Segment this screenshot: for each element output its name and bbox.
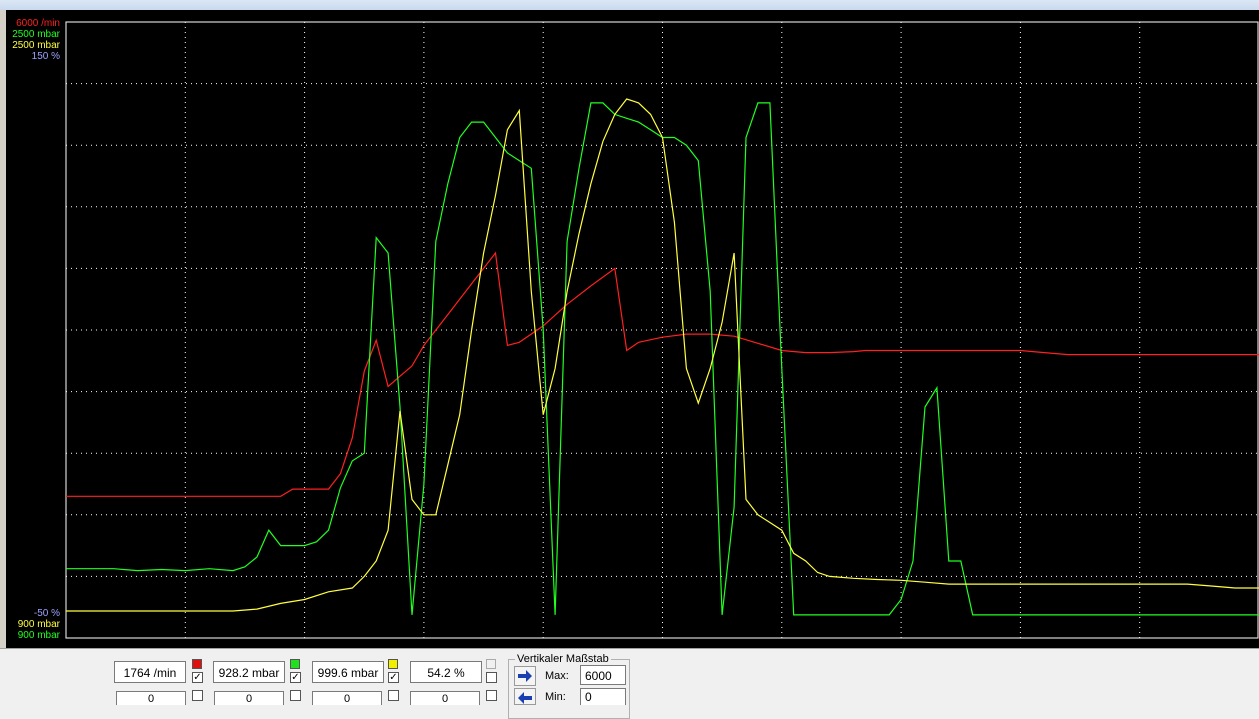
axis-bottom-label-pressure-yellow: 900 mbar xyxy=(17,619,60,630)
min-input[interactable]: 0 xyxy=(580,688,626,705)
axis-bottom-label-pressure-green: 900 mbar xyxy=(17,630,60,641)
control-panel: 1764 /min ✓ 0 928.2 mbar ✓ 0 999.6 mbar … xyxy=(0,648,1259,719)
axis-bottom-label-percent: -50 % xyxy=(33,608,60,619)
pressure-green-value-field[interactable]: 928.2 mbar xyxy=(213,661,285,683)
pressure-yellow-min-checkbox[interactable] xyxy=(388,690,399,701)
rpm-min-checkbox[interactable] xyxy=(192,690,203,701)
rpm-min-field[interactable]: 0 xyxy=(116,691,186,705)
pressure-green-min-checkbox[interactable] xyxy=(290,690,301,701)
arrow-left-icon xyxy=(518,692,532,704)
max-input[interactable]: 6000 xyxy=(580,665,626,685)
min-label: Min: xyxy=(545,691,566,703)
rpm-color-swatch[interactable] xyxy=(192,659,202,669)
max-arrow-button[interactable] xyxy=(514,666,536,686)
axis-top-label-rpm: 6000 /min xyxy=(16,18,60,29)
rpm-checkbox[interactable]: ✓ xyxy=(192,672,203,683)
percent-value-field[interactable]: 54.2 % xyxy=(410,661,482,683)
max-label: Max: xyxy=(545,670,569,682)
series-line-0 xyxy=(66,251,1259,497)
pressure-yellow-value-field[interactable]: 999.6 mbar xyxy=(312,661,384,683)
percent-checkbox[interactable] xyxy=(486,672,497,683)
pressure-yellow-checkbox[interactable]: ✓ xyxy=(388,672,399,683)
min-arrow-button[interactable] xyxy=(514,688,536,705)
line-chart xyxy=(65,21,1259,639)
percent-min-checkbox[interactable] xyxy=(486,690,497,701)
pressure-green-min-field[interactable]: 0 xyxy=(214,691,284,705)
percent-min-field[interactable]: 0 xyxy=(410,691,480,705)
series-line-1 xyxy=(66,102,1259,616)
pressure-yellow-color-swatch[interactable] xyxy=(388,659,398,669)
axis-top-label-pressure-yellow: 2500 mbar xyxy=(12,40,60,51)
percent-color-swatch[interactable] xyxy=(486,659,496,669)
pressure-green-color-swatch[interactable] xyxy=(290,659,300,669)
axis-top-label-percent: 150 % xyxy=(31,51,60,62)
vertical-scale-title: Vertikaler Maßstab xyxy=(515,653,611,665)
rpm-value-field[interactable]: 1764 /min xyxy=(114,661,186,683)
arrow-right-icon xyxy=(518,670,532,682)
pressure-yellow-min-field[interactable]: 0 xyxy=(312,691,382,705)
pressure-green-checkbox[interactable]: ✓ xyxy=(290,672,301,683)
axis-top-label-pressure-green: 2500 mbar xyxy=(12,29,60,40)
